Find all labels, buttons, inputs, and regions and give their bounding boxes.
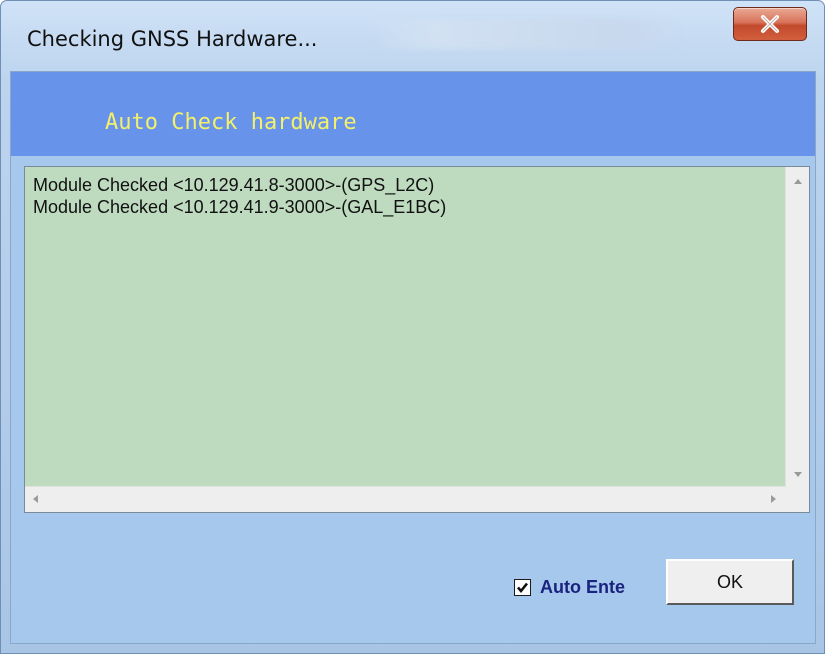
auto-enter-checkbox[interactable] bbox=[514, 578, 531, 596]
horizontal-scrollbar[interactable] bbox=[25, 486, 786, 512]
window-title: Checking GNSS Hardware... bbox=[27, 27, 318, 51]
dialog-window: Checking GNSS Hardware... Auto Check har… bbox=[0, 0, 825, 654]
header-banner: Auto Check hardware bbox=[11, 72, 815, 156]
blurred-region bbox=[371, 19, 681, 49]
close-icon bbox=[761, 15, 779, 33]
log-line: Module Checked <10.129.41.9-3000>-(GAL_E… bbox=[33, 197, 447, 217]
scroll-up-arrow-icon[interactable] bbox=[794, 179, 802, 184]
scroll-down-arrow-icon[interactable] bbox=[794, 472, 802, 477]
dialog-client-area: Auto Check hardware Module Checked <10.1… bbox=[10, 71, 816, 644]
log-content: Module Checked <10.129.41.8-3000>-(GPS_L… bbox=[25, 167, 786, 487]
scroll-left-arrow-icon[interactable] bbox=[33, 495, 38, 503]
log-listbox[interactable]: Module Checked <10.129.41.8-3000>-(GPS_L… bbox=[24, 166, 810, 513]
ok-button[interactable]: OK bbox=[666, 559, 794, 605]
vertical-scrollbar[interactable] bbox=[785, 167, 809, 487]
close-button[interactable] bbox=[733, 7, 807, 41]
log-line: Module Checked <10.129.41.8-3000>-(GPS_L… bbox=[33, 175, 435, 195]
checkmark-icon bbox=[517, 582, 529, 593]
auto-enter-option[interactable]: Auto Ente bbox=[514, 575, 625, 599]
title-bar[interactable]: Checking GNSS Hardware... bbox=[1, 1, 824, 71]
scrollbar-corner bbox=[786, 487, 809, 512]
banner-title: Auto Check hardware bbox=[105, 110, 357, 135]
scroll-right-arrow-icon[interactable] bbox=[771, 495, 776, 503]
auto-enter-label: Auto Ente bbox=[540, 576, 625, 597]
